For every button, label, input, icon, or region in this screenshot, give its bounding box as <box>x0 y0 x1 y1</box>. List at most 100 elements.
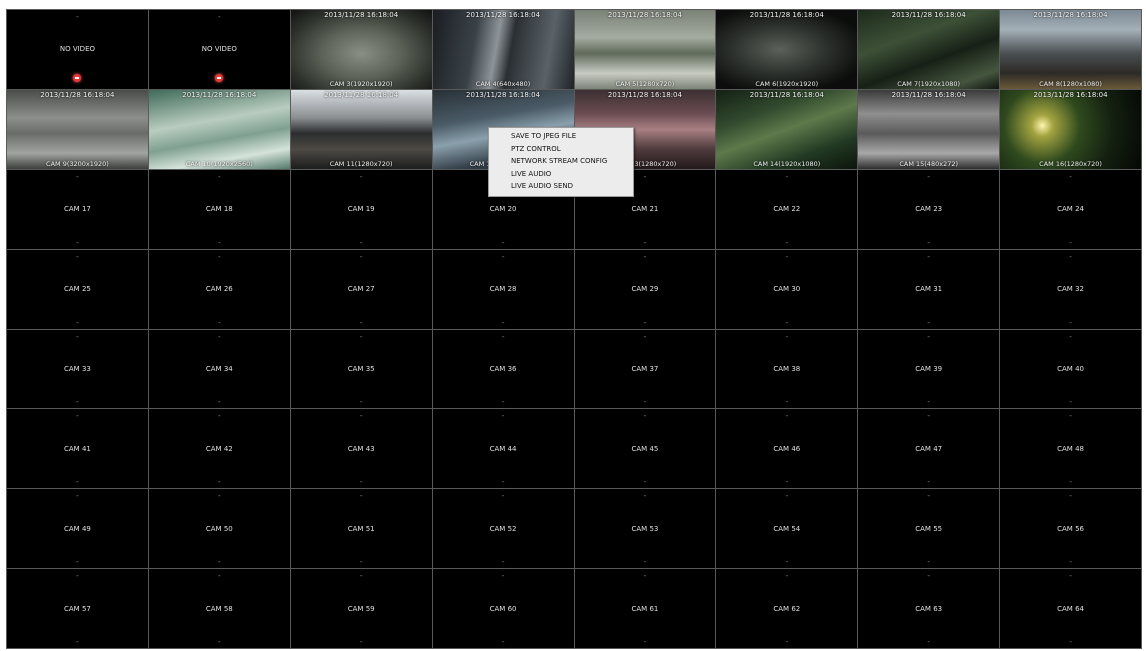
camera-tile-27[interactable]: - CAM 27 - <box>290 249 432 329</box>
timestamp: 2013/11/28 16:18:04 <box>891 11 966 19</box>
camera-label: CAM 34 <box>205 364 233 373</box>
camera-tile-17[interactable]: - CAM 17 - <box>7 169 148 249</box>
camera-tile-52[interactable]: - CAM 52 - <box>432 489 574 569</box>
camera-tile-24[interactable]: - CAM 24 - <box>1000 169 1141 249</box>
camera-tile-25[interactable]: - CAM 25 - <box>7 249 148 329</box>
empty-marker: - <box>75 171 79 181</box>
menu-item-live-audio-send[interactable]: LIVE AUDIO SEND <box>489 180 633 193</box>
empty-marker: - <box>359 237 363 247</box>
camera-tile-11[interactable]: 2013/11/28 16:18:04 CAM 11(1280x720) <box>290 89 432 169</box>
empty-marker: - <box>217 637 221 646</box>
timestamp: 2013/11/28 16:18:04 <box>1033 11 1108 19</box>
empty-marker: - <box>501 331 505 341</box>
camera-tile-62[interactable]: - CAM 62 - <box>716 569 858 648</box>
empty-marker: - <box>927 397 931 407</box>
camera-tile-63[interactable]: - CAM 63 - <box>858 569 1000 648</box>
empty-marker: - <box>217 491 221 501</box>
camera-tile-50[interactable]: - CAM 50 - <box>148 489 290 569</box>
camera-caption: CAM 9(3200x1920) <box>46 159 109 168</box>
camera-tile-55[interactable]: - CAM 55 - <box>858 489 1000 569</box>
empty-marker: - <box>927 251 931 261</box>
video-feed <box>432 10 574 89</box>
empty-marker: - <box>643 411 647 421</box>
camera-tile-4[interactable]: 2013/11/28 16:18:04 CAM 4(640x480) <box>432 10 574 89</box>
camera-tile-14[interactable]: 2013/11/28 16:18:04 CAM 14(1920x1080) <box>716 89 858 169</box>
camera-tile-15[interactable]: 2013/11/28 16:18:04 CAM 15(480x272) <box>858 89 1000 169</box>
camera-tile-56[interactable]: - CAM 56 - <box>1000 489 1141 569</box>
camera-label: CAM 54 <box>773 524 801 533</box>
camera-label: CAM 42 <box>205 444 233 453</box>
timestamp: 2013/11/28 16:18:04 <box>749 90 824 99</box>
camera-tile-5[interactable]: 2013/11/28 16:18:04 CAM 5(1280x720) <box>574 10 716 89</box>
camera-caption: CAM 7(1920x1080) <box>897 79 961 88</box>
camera-tile-39[interactable]: - CAM 39 - <box>858 329 1000 409</box>
camera-tile-35[interactable]: - CAM 35 - <box>290 329 432 409</box>
camera-tile-61[interactable]: - CAM 61 - <box>574 569 716 648</box>
camera-tile-10[interactable]: 2013/11/28 16:18:04 CAM 10(1920x2560) <box>148 89 290 169</box>
camera-label: CAM 22 <box>773 205 801 214</box>
camera-tile-42[interactable]: - CAM 42 - <box>148 409 290 489</box>
camera-tile-43[interactable]: - CAM 43 - <box>290 409 432 489</box>
camera-tile-53[interactable]: - CAM 53 - <box>574 489 716 569</box>
camera-tile-36[interactable]: - CAM 36 - <box>432 329 574 409</box>
empty-marker: - <box>785 637 789 646</box>
camera-tile-60[interactable]: - CAM 60 - <box>432 569 574 648</box>
camera-tile-57[interactable]: - CAM 57 - <box>7 569 148 648</box>
camera-tile-33[interactable]: - CAM 33 - <box>7 329 148 409</box>
camera-tile-59[interactable]: - CAM 59 - <box>290 569 432 648</box>
camera-label: CAM 32 <box>1057 285 1084 294</box>
menu-item-save-jpeg[interactable]: SAVE TO JPEG FILE <box>489 130 633 143</box>
empty-marker: - <box>643 571 647 581</box>
camera-tile-2[interactable]: - NO VIDEO <box>148 10 290 89</box>
menu-item-live-audio[interactable]: LIVE AUDIO <box>489 168 633 181</box>
camera-tile-16[interactable]: 2013/11/28 16:18:04 CAM 16(1280x720) <box>1000 89 1141 169</box>
camera-tile-38[interactable]: - CAM 38 - <box>716 329 858 409</box>
camera-tile-48[interactable]: - CAM 48 - <box>1000 409 1141 489</box>
camera-tile-9[interactable]: 2013/11/28 16:18:04 CAM 9(3200x1920) <box>7 89 148 169</box>
camera-tile-64[interactable]: - CAM 64 - <box>1000 569 1141 648</box>
empty-marker: - <box>359 491 363 501</box>
menu-item-network-stream-config[interactable]: NETWORK STREAM CONFIG <box>489 155 633 168</box>
camera-tile-34[interactable]: - CAM 34 - <box>148 329 290 409</box>
empty-marker: - <box>927 331 931 341</box>
camera-tile-44[interactable]: - CAM 44 - <box>432 409 574 489</box>
camera-tile-49[interactable]: - CAM 49 - <box>7 489 148 569</box>
camera-label: CAM 20 <box>489 205 517 214</box>
camera-label: CAM 23 <box>915 205 943 214</box>
camera-label: CAM 47 <box>915 444 943 453</box>
camera-caption: CAM 14(1920x1080) <box>753 159 821 168</box>
camera-tile-8[interactable]: 2013/11/28 16:18:04 CAM 8(1280x1080) <box>1000 10 1141 89</box>
camera-tile-19[interactable]: - CAM 19 - <box>290 169 432 249</box>
camera-tile-45[interactable]: - CAM 45 - <box>574 409 716 489</box>
camera-tile-58[interactable]: - CAM 58 - <box>148 569 290 648</box>
camera-tile-7[interactable]: 2013/11/28 16:18:04 CAM 7(1920x1080) <box>858 10 1000 89</box>
camera-tile-28[interactable]: - CAM 28 - <box>432 249 574 329</box>
camera-tile-31[interactable]: - CAM 31 - <box>858 249 1000 329</box>
empty-marker: - <box>1069 557 1072 567</box>
empty-marker: - <box>75 557 79 567</box>
empty-marker: - <box>359 477 363 487</box>
camera-tile-32[interactable]: - CAM 32 - <box>1000 249 1141 329</box>
camera-tile-54[interactable]: - CAM 54 - <box>716 489 858 569</box>
menu-item-ptz-control[interactable]: PTZ CONTROL <box>489 143 633 156</box>
timestamp: 2013/11/28 16:18:04 <box>607 11 682 19</box>
camera-tile-22[interactable]: - CAM 22 - <box>716 169 858 249</box>
camera-tile-51[interactable]: - CAM 51 - <box>290 489 432 569</box>
camera-tile-18[interactable]: - CAM 18 - <box>148 169 290 249</box>
camera-tile-40[interactable]: - CAM 40 - <box>1000 329 1141 409</box>
camera-label: CAM 58 <box>205 604 233 613</box>
camera-tile-37[interactable]: - CAM 37 - <box>574 329 716 409</box>
camera-tile-30[interactable]: - CAM 30 - <box>716 249 858 329</box>
camera-tile-6[interactable]: 2013/11/28 16:18:04 CAM 6(1920x1920) <box>716 10 858 89</box>
camera-tile-1[interactable]: - NO VIDEO <box>7 10 148 89</box>
camera-tile-46[interactable]: - CAM 46 - <box>716 409 858 489</box>
camera-tile-23[interactable]: - CAM 23 - <box>858 169 1000 249</box>
camera-tile-29[interactable]: - CAM 29 - <box>574 249 716 329</box>
camera-caption: CAM 8(1280x1080) <box>1039 79 1102 88</box>
empty-marker: - <box>217 331 221 341</box>
camera-tile-26[interactable]: - CAM 26 - <box>148 249 290 329</box>
camera-tile-41[interactable]: - CAM 41 - <box>7 409 148 489</box>
camera-tile-3[interactable]: 2013/11/28 16:18:04 CAM 3(1920x1920) <box>290 10 432 89</box>
camera-tile-47[interactable]: - CAM 47 - <box>858 409 1000 489</box>
camera-label: CAM 24 <box>1057 205 1084 214</box>
